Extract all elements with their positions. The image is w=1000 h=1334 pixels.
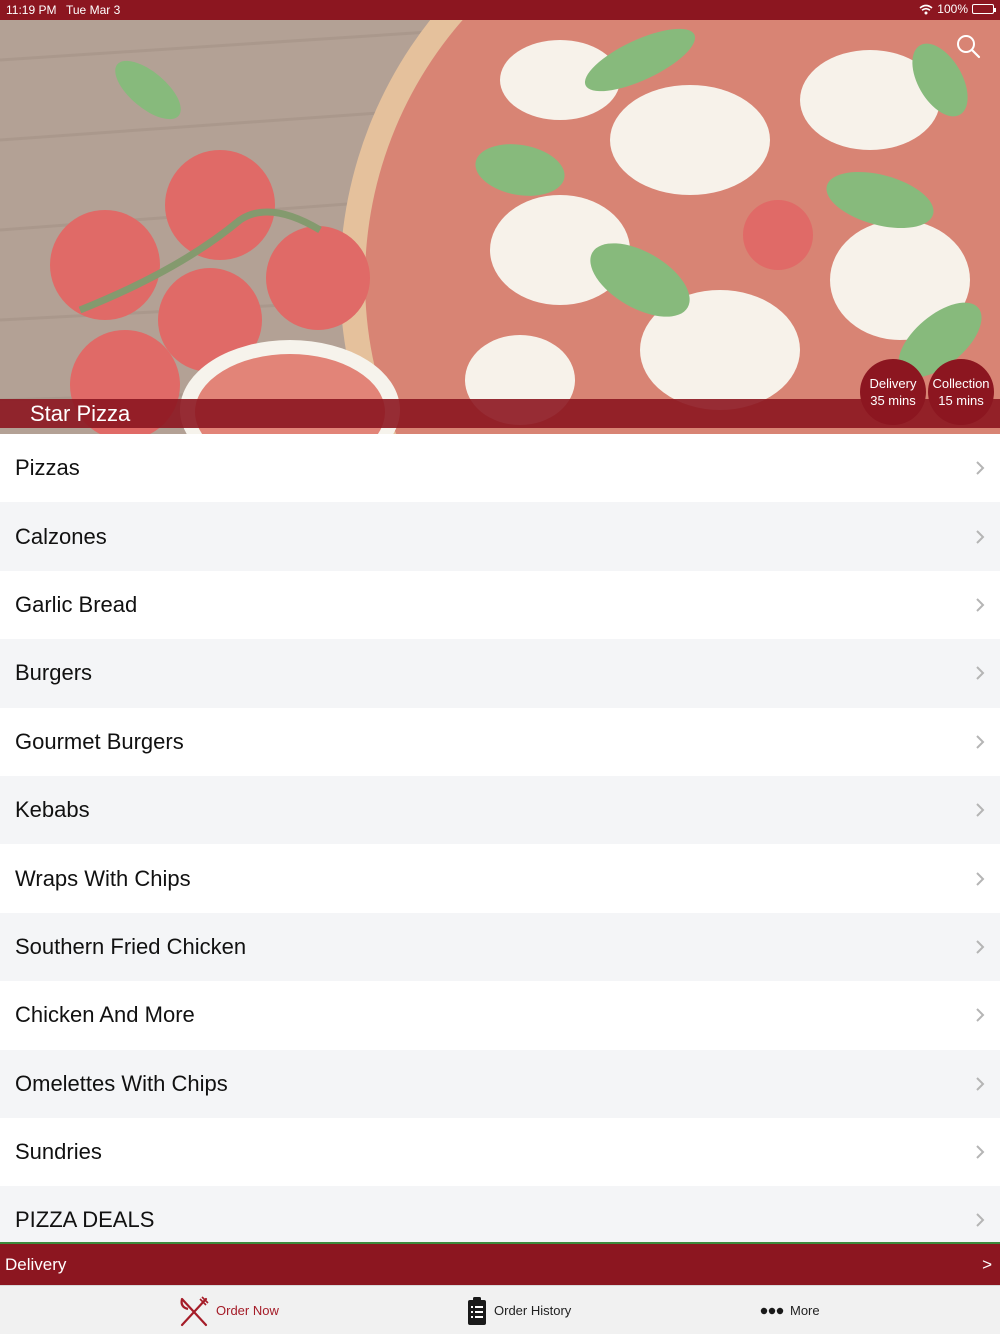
menu-category-label: Omelettes With Chips (15, 1070, 228, 1096)
status-right: 100% (919, 2, 996, 16)
menu-category-label: Gourmet Burgers (15, 728, 184, 754)
battery-percent: 100% (937, 2, 968, 16)
menu-category-row[interactable]: Chicken And More (0, 981, 1000, 1050)
menu-category-row[interactable]: Burgers (0, 639, 1000, 708)
menu-category-row[interactable]: Pizzas (0, 434, 1000, 503)
chevron-right-icon (976, 1145, 985, 1159)
chevron-right-icon (976, 461, 985, 475)
restaurant-name: Star Pizza (30, 401, 131, 426)
menu-category-row[interactable]: Southern Fried Chicken (0, 912, 1000, 982)
chevron-right-icon (976, 1076, 985, 1091)
chevron-right-icon (976, 735, 985, 749)
status-bar: 11:19 PM Tue Mar 3 100% (0, 0, 1000, 20)
menu-category-label: PIZZA DEALS (15, 1207, 155, 1233)
status-date: Tue Mar 3 (66, 3, 121, 17)
menu-category-label: Chicken And More (15, 1002, 195, 1028)
restaurant-header: Star Pizza Delivery 35 mins Collection 1… (0, 20, 1000, 434)
chevron-right-icon (976, 1008, 985, 1023)
tab-order-now-label: Order Now (216, 1303, 279, 1318)
tab-bar: Order Now Order History More (0, 1285, 1000, 1334)
tab-order-history[interactable]: Order History (466, 1286, 571, 1334)
chevron-right-icon (976, 598, 985, 612)
delivery-label: Delivery (869, 376, 917, 391)
wifi-icon (919, 4, 933, 14)
collection-label: Collection (932, 376, 990, 391)
tab-more[interactable]: More (760, 1286, 820, 1334)
menu-category-row[interactable]: Kebabs (0, 775, 1000, 845)
chevron-right-icon (976, 803, 985, 817)
menu-category-row[interactable]: Wraps With Chips (0, 844, 1000, 913)
menu-category-label: Garlic Bread (15, 591, 138, 617)
restaurant-name-bar: Star Pizza (0, 399, 1000, 428)
fork-knife-icon (180, 1295, 209, 1326)
menu-category-label: Burgers (15, 660, 93, 686)
chevron-right-icon (976, 666, 985, 681)
menu-category-row[interactable]: Garlic Bread (0, 570, 1000, 640)
chevron-right-icon (976, 529, 985, 544)
chevron-right-icon (976, 871, 985, 886)
menu-category-label: Pizzas (15, 455, 80, 481)
menu-category-label: Wraps With Chips (15, 865, 191, 891)
tab-more-label: More (790, 1303, 820, 1318)
battery-icon (972, 4, 996, 14)
chevron-right-icon (976, 940, 985, 954)
ellipsis-icon (760, 1307, 784, 1314)
menu-category-row[interactable]: Calzones (0, 502, 1000, 571)
menu-category-row[interactable]: Omelettes With Chips (0, 1049, 1000, 1118)
menu-category-label: Kebabs (15, 797, 90, 823)
menu-category-label: Southern Fried Chicken (15, 933, 247, 959)
tab-order-now[interactable]: Order Now (178, 1286, 279, 1334)
menu-category-row[interactable]: Gourmet Burgers (0, 707, 1000, 776)
collection-time-badge: Collection 15 mins (928, 359, 994, 425)
menu-category-row[interactable]: PIZZA DEALS (0, 1186, 1000, 1244)
menu-category-label: Sundries (15, 1139, 102, 1165)
collection-time: 15 mins (938, 393, 984, 408)
menu-category-list: Pizzas Calzones Garlic Bread Burgers Gourmet… (0, 434, 1000, 1244)
order-mode-label: Delivery (5, 1255, 67, 1274)
clipboard-list-icon (468, 1296, 486, 1325)
chevron-right-icon (976, 1213, 985, 1228)
delivery-time-badge: Delivery 35 mins (860, 359, 926, 425)
status-time: 11:19 PM (6, 3, 57, 17)
image-overlay (0, 20, 1000, 434)
tab-order-history-label: Order History (494, 1303, 572, 1318)
order-mode-bar[interactable]: Delivery > (0, 1242, 1000, 1285)
order-mode-arrow: > (982, 1255, 992, 1274)
search-icon[interactable] (954, 32, 982, 60)
menu-category-label: Calzones (15, 523, 107, 549)
delivery-time: 35 mins (870, 393, 916, 408)
menu-category-row[interactable]: Sundries (0, 1117, 1000, 1187)
